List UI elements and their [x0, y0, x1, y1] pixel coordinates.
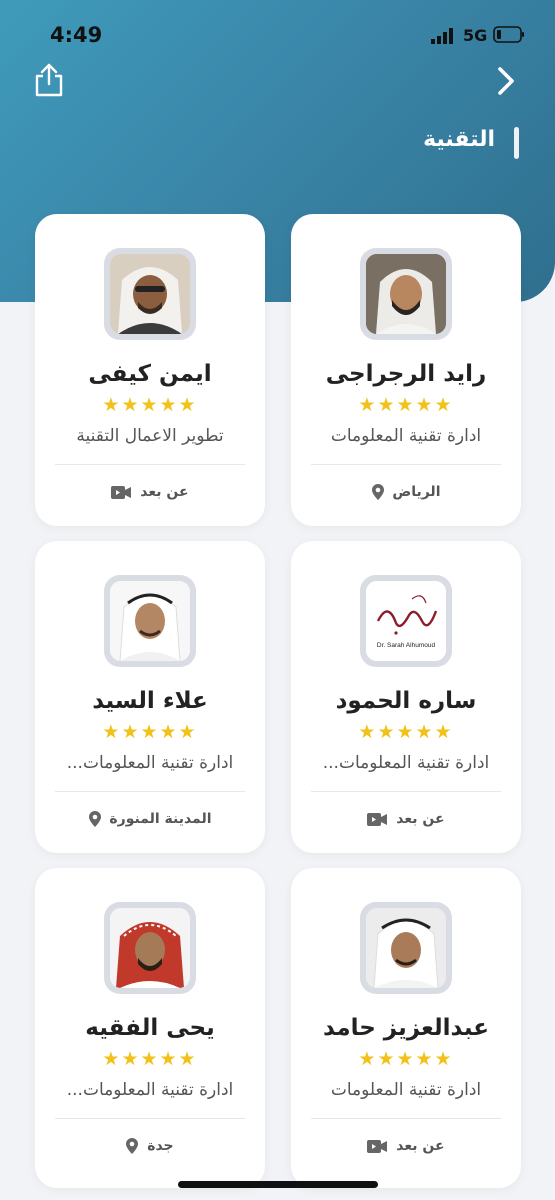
- status-time: 4:49: [50, 23, 103, 47]
- title-accent-bar: [514, 127, 519, 159]
- avatar: [104, 575, 196, 667]
- video-camera-icon: [367, 1139, 388, 1153]
- rating-stars: ★★★★★: [102, 1048, 198, 1070]
- expert-name: رايد الرجراجى: [325, 361, 487, 387]
- back-chevron-icon[interactable]: [491, 64, 523, 98]
- expert-card[interactable]: Dr. Sarah Alhumoud ساره الحمود ★★★★★ ادا…: [291, 541, 521, 853]
- profile-photo: [366, 908, 446, 988]
- expert-department: ادارة تقنية المعلومات...: [322, 753, 490, 773]
- location-pin-icon: [126, 1138, 139, 1154]
- calligraphy-logo: Dr. Sarah Alhumoud: [366, 581, 446, 661]
- avatar: [104, 902, 196, 994]
- expert-department: ادارة تقنية المعلومات...: [66, 753, 234, 773]
- expert-location: عن بعد: [35, 484, 265, 500]
- expert-location: عن بعد: [291, 811, 521, 827]
- video-camera-icon: [111, 485, 132, 499]
- expert-card[interactable]: علاء السيد ★★★★★ ادارة تقنية المعلومات..…: [35, 541, 265, 853]
- logo-caption: Dr. Sarah Alhumoud: [377, 642, 436, 649]
- expert-card[interactable]: ايمن كيفى ★★★★★ تطوير الاعمال التقنية عن…: [35, 214, 265, 526]
- avatar: [360, 248, 452, 340]
- status-bar: 4:49 5G: [0, 20, 555, 50]
- rating-stars: ★★★★★: [102, 394, 198, 416]
- avatar: Dr. Sarah Alhumoud: [360, 575, 452, 667]
- divider: [55, 791, 245, 792]
- expert-card[interactable]: عبدالعزيز حامد ★★★★★ ادارة تقنية المعلوم…: [291, 868, 521, 1188]
- profile-photo: [110, 908, 190, 988]
- divider: [55, 1118, 245, 1119]
- rating-stars: ★★★★★: [102, 721, 198, 743]
- divider: [311, 791, 501, 792]
- expert-card[interactable]: يحى الفقيه ★★★★★ ادارة تقنية المعلومات..…: [35, 868, 265, 1188]
- expert-name: يحى الفقيه: [85, 1015, 215, 1041]
- expert-name: ايمن كيفى: [88, 361, 212, 387]
- share-icon[interactable]: [32, 62, 66, 98]
- signal-icon: [431, 28, 453, 44]
- video-camera-icon: [367, 812, 388, 826]
- location-label: عن بعد: [396, 811, 445, 827]
- rating-stars: ★★★★★: [358, 394, 454, 416]
- page-title: التقنية: [423, 127, 495, 152]
- expert-department: تطوير الاعمال التقنية: [76, 426, 224, 446]
- expert-department: ادارة تقنية المعلومات: [330, 1080, 482, 1100]
- divider: [55, 464, 245, 465]
- divider: [311, 464, 501, 465]
- location-label: عن بعد: [140, 484, 189, 500]
- divider: [311, 1118, 501, 1119]
- profile-photo: [110, 581, 190, 661]
- avatar: [104, 248, 196, 340]
- location-pin-icon: [371, 484, 384, 500]
- location-pin-icon: [88, 811, 101, 827]
- battery-icon: [493, 26, 524, 43]
- location-label: جدة: [147, 1138, 174, 1154]
- rating-stars: ★★★★★: [358, 721, 454, 743]
- expert-location: الرياض: [291, 484, 521, 500]
- network-label: 5G: [463, 26, 488, 45]
- expert-department: ادارة تقنية المعلومات...: [66, 1080, 234, 1100]
- location-label: عن بعد: [396, 1138, 445, 1154]
- expert-location: عن بعد: [291, 1138, 521, 1154]
- expert-location: المدينة المنورة: [35, 811, 265, 827]
- rating-stars: ★★★★★: [358, 1048, 454, 1070]
- expert-card[interactable]: رايد الرجراجى ★★★★★ ادارة تقنية المعلوما…: [291, 214, 521, 526]
- profile-photo: [110, 254, 190, 334]
- expert-name: عبدالعزيز حامد: [323, 1015, 489, 1041]
- location-label: الرياض: [392, 484, 441, 500]
- expert-location: جدة: [35, 1138, 265, 1154]
- expert-name: علاء السيد: [92, 688, 208, 714]
- expert-name: ساره الحمود: [335, 688, 477, 714]
- expert-department: ادارة تقنية المعلومات: [330, 426, 482, 446]
- profile-photo: [366, 254, 446, 334]
- home-indicator[interactable]: [178, 1181, 378, 1188]
- avatar: [360, 902, 452, 994]
- location-label: المدينة المنورة: [109, 811, 212, 827]
